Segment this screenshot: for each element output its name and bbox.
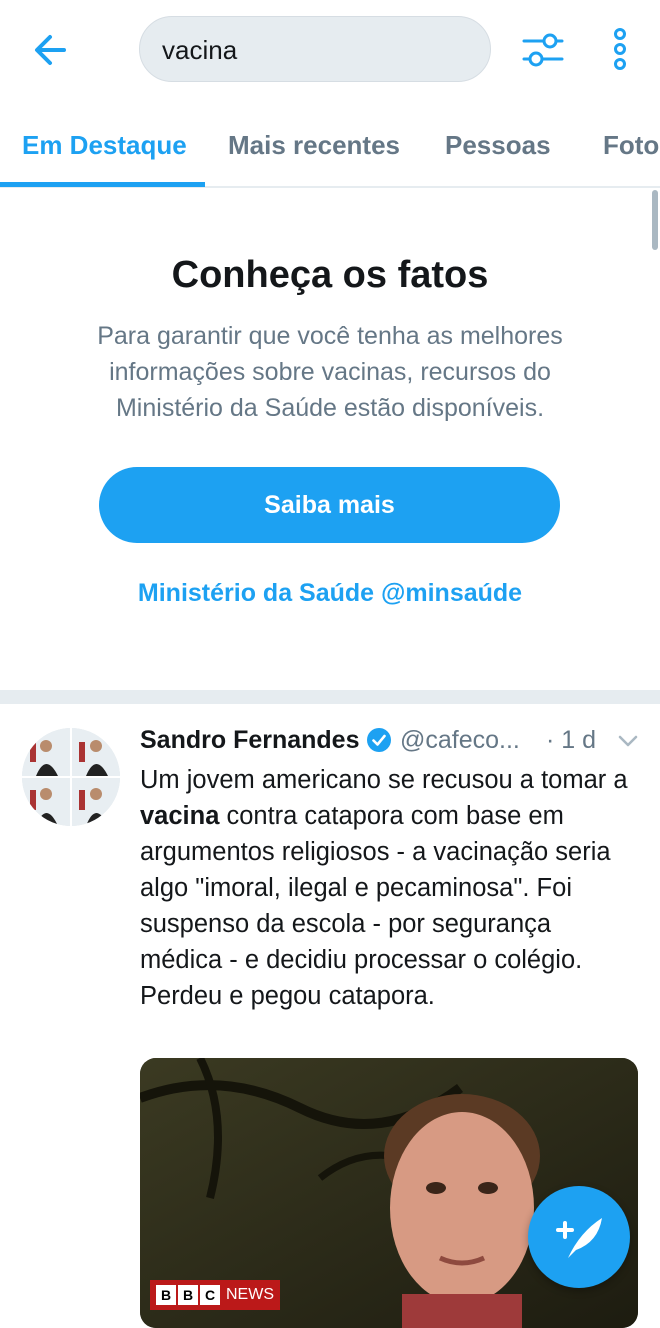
tweet-author-name[interactable]: Sandro Fernandes [140, 726, 360, 755]
avatar[interactable] [22, 728, 120, 826]
tab-fotos[interactable]: Fotos [603, 130, 660, 161]
scrollbar[interactable] [652, 190, 658, 250]
tweet-text: Um jovem americano se recusou a tomar a … [140, 762, 635, 1014]
search-query: vacina [162, 35, 238, 65]
tab-mais-recentes[interactable]: Mais recentes [228, 130, 400, 161]
section-divider [0, 690, 660, 704]
active-tab-indicator [0, 182, 205, 187]
bbc-news-badge: B B C NEWS [150, 1280, 280, 1310]
compose-tweet-icon [556, 1218, 602, 1258]
sliders-icon[interactable] [520, 28, 566, 72]
search-input[interactable]: vacina [139, 16, 491, 82]
chevron-down-icon[interactable] [616, 732, 640, 750]
tweet-timestamp: · 1 d [546, 726, 597, 754]
tweet-header: Sandro Fernandes @cafeco... · 1 d [140, 726, 640, 760]
tweet-search-highlight: vacina [140, 802, 220, 830]
know-the-facts-card: Conheça os fatos Para garantir que você … [0, 190, 660, 690]
bbc-letter: B [178, 1285, 198, 1305]
bbc-letter: C [200, 1285, 220, 1305]
compose-tweet-button[interactable] [528, 1186, 630, 1288]
bbc-letter: B [156, 1285, 176, 1305]
ministry-link[interactable]: Ministério da Saúde @minsaúde [0, 579, 660, 608]
learn-more-button[interactable]: Saiba mais [99, 467, 560, 543]
top-bar: vacina [0, 0, 660, 100]
tab-em-destaque[interactable]: Em Destaque [22, 130, 187, 161]
facts-description: Para garantir que você tenha as melhores… [97, 322, 563, 422]
search-tabs: Em Destaque Mais recentes Pessoas Fotos [0, 100, 660, 188]
tab-pessoas[interactable]: Pessoas [445, 130, 551, 161]
tweet-text-part: Um jovem americano se recusou a tomar a [140, 766, 628, 794]
tweet-author-handle[interactable]: @cafeco... [400, 726, 520, 755]
bbc-news-label: NEWS [226, 1286, 274, 1303]
vertical-dots-icon[interactable] [604, 26, 636, 74]
facts-title: Conheça os fatos [171, 254, 489, 296]
verified-badge-icon [366, 727, 392, 753]
arrow-left-icon[interactable] [28, 28, 76, 72]
tweet-text-part: contra catapora com base em argumentos r… [140, 802, 611, 1010]
